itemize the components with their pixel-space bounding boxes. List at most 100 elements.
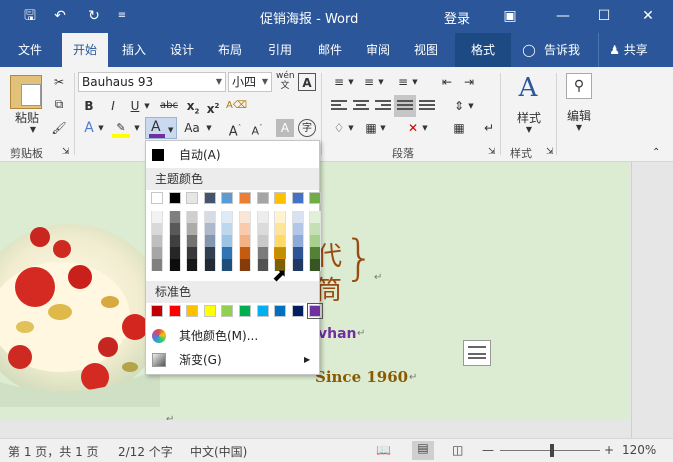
customize-quick-access-icon[interactable]: ≡	[112, 6, 132, 26]
chevron-down-icon[interactable]: ▼	[574, 123, 584, 132]
chevron-down-icon[interactable]: ▼	[524, 125, 534, 134]
auto-color-option[interactable]: 自动(A)	[146, 144, 319, 166]
format-painter-icon[interactable]: 🖌	[50, 119, 68, 137]
theme-shade-swatch[interactable]	[151, 235, 163, 247]
clipboard-launcher-icon[interactable]: ⇲	[62, 147, 70, 157]
theme-color-swatch[interactable]	[274, 192, 287, 204]
shrink-font-icon[interactable]: Aˇ	[248, 119, 266, 138]
tab-insert[interactable]: 插入	[112, 33, 156, 67]
standard-color-swatch[interactable]	[186, 305, 199, 317]
chevron-down-icon[interactable]: ▼	[376, 73, 386, 91]
theme-color-swatch[interactable]	[151, 192, 163, 204]
theme-shade-swatch[interactable]	[239, 247, 251, 259]
tab-layout[interactable]: 布局	[208, 33, 252, 67]
theme-shade-swatch[interactable]	[221, 235, 234, 247]
theme-color-swatch[interactable]	[291, 192, 304, 204]
show-marks-icon[interactable]: ↵	[480, 119, 498, 137]
theme-shade-swatch[interactable]	[291, 247, 304, 259]
change-case-button[interactable]: Aa	[180, 119, 204, 137]
theme-shade-swatch[interactable]	[151, 259, 163, 271]
standard-color-swatch[interactable]	[291, 305, 304, 317]
theme-shade-swatch[interactable]	[151, 211, 163, 223]
grow-font-icon[interactable]: Aˆ	[226, 119, 244, 139]
theme-shade-swatch[interactable]	[186, 259, 199, 271]
theme-color-swatch[interactable]	[309, 192, 322, 204]
chevron-down-icon[interactable]: ▼	[466, 97, 476, 115]
zoom-in-icon[interactable]: +	[604, 443, 614, 457]
align-center-icon[interactable]	[352, 97, 370, 115]
paste-dropdown-icon[interactable]: ▼	[28, 125, 38, 134]
theme-shade-swatch[interactable]	[186, 223, 199, 235]
theme-shade-swatch[interactable]	[151, 247, 163, 259]
language-status[interactable]: 中文(中国)	[190, 443, 247, 460]
theme-shade-swatch[interactable]	[309, 211, 322, 223]
standard-color-swatch[interactable]	[239, 305, 251, 317]
tab-format[interactable]: 格式	[455, 33, 511, 67]
theme-shade-swatch[interactable]	[291, 235, 304, 247]
theme-shade-swatch[interactable]	[239, 223, 251, 235]
chevron-down-icon[interactable]: ▼	[204, 119, 214, 137]
highlight-icon[interactable]: ✎	[112, 119, 130, 138]
phonetic-guide-icon[interactable]: wén 文	[276, 71, 295, 91]
enclose-char-icon[interactable]: 字	[298, 119, 316, 137]
theme-shade-swatch[interactable]	[256, 223, 269, 235]
theme-shade-swatch[interactable]	[221, 211, 234, 223]
font-size-combo[interactable]: 小四 ▼	[228, 72, 272, 92]
theme-shade-swatch[interactable]	[203, 259, 216, 271]
tell-me-search[interactable]: 告诉我	[540, 33, 584, 67]
chevron-down-icon[interactable]: ▼	[96, 119, 106, 137]
clear-formatting-icon[interactable]: A⌫	[226, 97, 247, 115]
collapse-ribbon-icon[interactable]: ⌃	[652, 147, 660, 158]
tab-design[interactable]: 设计	[160, 33, 204, 67]
zoom-level[interactable]: 120%	[622, 443, 656, 457]
zoom-out-icon[interactable]: —	[482, 443, 494, 457]
gradient-option[interactable]: 渐变(G) ▶	[146, 349, 319, 371]
theme-shade-swatch[interactable]	[221, 223, 234, 235]
styles-button[interactable]: 样式	[512, 109, 546, 126]
theme-shade-swatch[interactable]	[151, 223, 163, 235]
vertical-scrollbar[interactable]	[631, 162, 673, 438]
standard-color-swatch[interactable]	[221, 305, 234, 317]
subscript-icon[interactable]: x2	[184, 97, 202, 115]
italic-icon[interactable]: I	[104, 97, 122, 115]
theme-shade-swatch[interactable]	[168, 247, 181, 259]
chevron-down-icon[interactable]: ▼	[410, 73, 420, 91]
theme-shade-swatch[interactable]	[291, 259, 304, 271]
justify-icon[interactable]	[394, 95, 416, 117]
word-count[interactable]: 2/12 个字	[118, 443, 173, 460]
theme-shade-swatch[interactable]	[203, 223, 216, 235]
styles-icon[interactable]: A	[514, 73, 542, 103]
theme-shade-swatch[interactable]	[274, 235, 287, 247]
char-shading-icon[interactable]: A	[276, 119, 294, 137]
theme-color-swatch[interactable]	[203, 192, 216, 204]
paragraph-launcher-icon[interactable]: ⇲	[488, 147, 496, 157]
standard-color-swatch[interactable]	[151, 305, 163, 317]
theme-shade-swatch[interactable]	[203, 211, 216, 223]
chevron-down-icon[interactable]: ▼	[346, 119, 356, 137]
char-border-icon[interactable]: A	[298, 73, 316, 91]
theme-shade-swatch[interactable]	[239, 259, 251, 271]
login-link[interactable]: 登录	[444, 8, 470, 27]
close-icon[interactable]: ✕	[638, 6, 658, 26]
tab-mailings[interactable]: 邮件	[308, 33, 352, 67]
chevron-down-icon[interactable]: ▼	[132, 119, 142, 137]
align-left-icon[interactable]	[330, 97, 348, 115]
standard-color-swatch[interactable]	[256, 305, 269, 317]
increase-indent-icon[interactable]: ⇥	[460, 73, 478, 91]
theme-color-swatch[interactable]	[186, 192, 199, 204]
tab-references[interactable]: 引用	[258, 33, 302, 67]
theme-color-swatch[interactable]	[221, 192, 234, 204]
tab-home[interactable]: 开始	[62, 33, 108, 67]
theme-shade-swatch[interactable]	[256, 211, 269, 223]
layout-options-icon[interactable]	[463, 340, 491, 366]
theme-shade-swatch[interactable]	[274, 211, 287, 223]
theme-shade-swatch[interactable]	[309, 247, 322, 259]
theme-shade-swatch[interactable]	[309, 223, 322, 235]
chevron-down-icon[interactable]: ▼	[420, 119, 430, 137]
theme-color-swatch[interactable]	[168, 192, 181, 204]
theme-shade-swatch[interactable]	[239, 211, 251, 223]
tab-view[interactable]: 视图	[404, 33, 448, 67]
print-layout-icon[interactable]: ▤	[412, 441, 434, 460]
asian-layout-icon[interactable]: ▦	[450, 119, 468, 137]
read-mode-icon[interactable]: 📖	[376, 443, 391, 457]
